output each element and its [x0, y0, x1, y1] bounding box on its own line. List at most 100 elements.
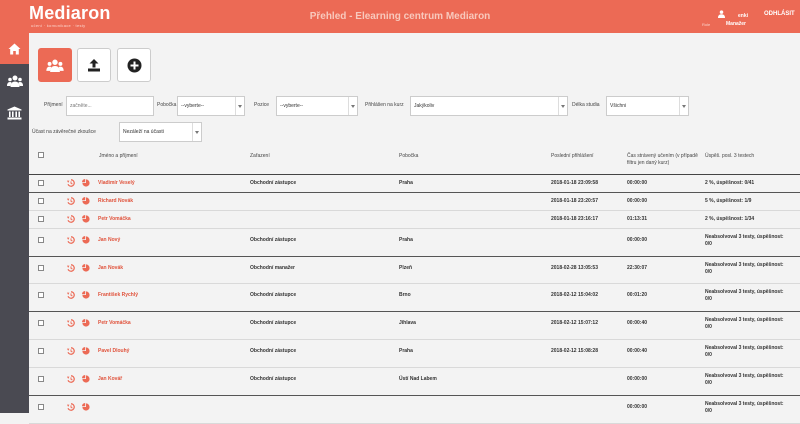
- table-row[interactable]: Jan Novák Obchodní manažer Plzeň 2018-02-28…: [29, 257, 800, 284]
- table-row[interactable]: Petr Vomáčka Obchodní zástupce Jihlava 2018…: [29, 312, 800, 340]
- row-name-link[interactable]: Petr Vomáčka: [98, 216, 131, 223]
- length-select[interactable]: Všichni: [606, 96, 689, 116]
- row-checkbox[interactable]: [38, 348, 44, 354]
- tab-users[interactable]: [38, 48, 72, 82]
- row-name-link[interactable]: Richard Novák: [98, 198, 133, 205]
- select-all-checkbox[interactable]: [38, 152, 44, 158]
- user-name: enki: [738, 13, 749, 19]
- user-role-label: Role: [702, 22, 711, 27]
- surname-input[interactable]: začněte...: [66, 96, 154, 116]
- pie-chart-icon[interactable]: [82, 215, 90, 223]
- row-last-login: 2018-01-18 23:09:58: [551, 180, 598, 186]
- pie-chart-icon[interactable]: [82, 291, 90, 299]
- row-time: 00:00:00: [627, 404, 648, 410]
- row-checkbox[interactable]: [38, 216, 44, 222]
- pie-chart-icon[interactable]: [82, 347, 90, 355]
- course-select[interactable]: Jakýkoliv: [410, 96, 568, 116]
- history-icon[interactable]: [67, 319, 75, 327]
- table-row[interactable]: Pavel Dlouhý Obchodní zástupce Praha 2018-0…: [29, 340, 800, 368]
- row-checkbox[interactable]: [38, 292, 44, 298]
- course-select-value: Jakýkoliv: [414, 103, 435, 109]
- logout-button[interactable]: ODHLÁSIT: [764, 11, 795, 17]
- branch-select[interactable]: --vyberte--: [177, 96, 245, 116]
- history-icon[interactable]: [67, 403, 75, 411]
- pie-chart-icon[interactable]: [82, 403, 90, 411]
- tab-upload[interactable]: [77, 48, 111, 82]
- history-icon[interactable]: [67, 236, 75, 244]
- pie-chart-icon[interactable]: [82, 179, 90, 187]
- row-name-link[interactable]: Vladimír Veselý: [98, 180, 135, 187]
- sidebar-item-home[interactable]: [0, 33, 29, 64]
- row-success: 2 %, úspěšnost: 0/41: [705, 180, 755, 186]
- row-success: Neabsolvoval 3 testy, úspěšnost: 0/0: [705, 345, 784, 358]
- final-test-select[interactable]: Nezáleží na účasti: [119, 122, 202, 142]
- position-select[interactable]: --vyberte--: [276, 96, 358, 116]
- history-icon[interactable]: [67, 179, 75, 187]
- row-checkbox[interactable]: [38, 237, 44, 243]
- row-time: 00:00:40: [627, 320, 648, 326]
- sidebar-item-institution[interactable]: [0, 97, 29, 128]
- row-branch: Brno: [399, 292, 411, 298]
- table-row[interactable]: Jan Nový Obchodní zástupce Praha 00:00:00 Ne…: [29, 229, 800, 257]
- col-success[interactable]: Úspěš. posl. 3 testech: [705, 153, 791, 160]
- course-label: Přihlášen na kurz: [365, 102, 404, 108]
- table-row[interactable]: František Rychlý Obchodní zástupce Brno 201…: [29, 284, 800, 312]
- chevron-down-icon: [558, 97, 567, 115]
- user-block[interactable]: enki Role Manažer: [700, 8, 760, 30]
- logo-tagline: učení · komunikace · testy: [31, 23, 86, 28]
- sidebar: [0, 33, 29, 413]
- row-checkbox[interactable]: [38, 198, 44, 204]
- row-time: 22:30:07: [627, 265, 648, 271]
- row-name-link[interactable]: František Rychlý: [98, 292, 138, 299]
- table-row[interactable]: 00:00:00 Neabsolvoval 3 testy, úspěšnost:…: [29, 396, 800, 424]
- row-branch: Praha: [399, 237, 413, 243]
- row-checkbox[interactable]: [38, 376, 44, 382]
- pie-chart-icon[interactable]: [82, 319, 90, 327]
- length-label: Délka studia: [572, 102, 600, 108]
- pie-chart-icon[interactable]: [82, 264, 90, 272]
- col-branch[interactable]: Pobočka: [399, 153, 418, 160]
- row-time: 00:00:00: [627, 180, 648, 186]
- table-row[interactable]: Jan Kovář Obchodní zástupce Ústí Nad Labem…: [29, 368, 800, 396]
- row-name-link[interactable]: Pavel Dlouhý: [98, 348, 129, 355]
- table-row[interactable]: Vladimír Veselý Obchodní zástupce Praha 201…: [29, 175, 800, 193]
- row-last-login: 2018-02-12 15:08:28: [551, 348, 598, 354]
- row-position: Obchodní zástupce: [250, 376, 297, 382]
- history-icon[interactable]: [67, 347, 75, 355]
- history-icon[interactable]: [67, 215, 75, 223]
- history-icon[interactable]: [67, 291, 75, 299]
- col-position[interactable]: Zařazení: [250, 153, 270, 160]
- final-test-select-value: Nezáleží na účasti: [123, 129, 164, 135]
- history-icon[interactable]: [67, 264, 75, 272]
- sidebar-item-users[interactable]: [0, 65, 29, 96]
- row-checkbox[interactable]: [38, 404, 44, 410]
- table-row[interactable]: Richard Novák 2018-01-18 23:20:57 00:00:00…: [29, 193, 800, 211]
- row-checkbox[interactable]: [38, 265, 44, 271]
- pie-chart-icon[interactable]: [82, 375, 90, 383]
- col-name[interactable]: Jméno a příjmení: [99, 153, 138, 160]
- col-last-login[interactable]: Poslední přihlášení: [551, 153, 594, 160]
- row-success: Neabsolvoval 3 testy, úspěšnost: 0/0: [705, 289, 784, 302]
- row-name-link[interactable]: Jan Novák: [98, 265, 123, 272]
- row-last-login: 2018-01-18 23:16:17: [551, 216, 598, 222]
- history-icon[interactable]: [67, 375, 75, 383]
- row-success: Neabsolvoval 3 testy, úspěšnost: 0/0: [705, 262, 784, 275]
- pie-chart-icon[interactable]: [82, 236, 90, 244]
- row-branch: Praha: [399, 348, 413, 354]
- history-icon[interactable]: [67, 197, 75, 205]
- position-select-value: --vyberte--: [280, 103, 304, 109]
- pie-chart-icon[interactable]: [82, 197, 90, 205]
- final-test-label: Účast na závěrečné zkoušce: [32, 129, 96, 135]
- row-name-link[interactable]: Jan Kovář: [98, 376, 122, 383]
- users-icon: [46, 59, 64, 72]
- col-time[interactable]: Čas strávený učením (v případě filtru je…: [627, 153, 699, 167]
- row-name-link[interactable]: Petr Vomáčka: [98, 320, 131, 327]
- row-checkbox[interactable]: [38, 180, 44, 186]
- row-name-link[interactable]: Jan Nový: [98, 237, 120, 244]
- row-position: Obchodní zástupce: [250, 292, 297, 298]
- home-icon: [8, 43, 21, 54]
- tab-add[interactable]: [117, 48, 151, 82]
- table-row[interactable]: Petr Vomáčka 2018-01-18 23:16:17 01:13:31 2…: [29, 211, 800, 229]
- row-checkbox[interactable]: [38, 320, 44, 326]
- row-last-login: 2018-02-28 13:05:53: [551, 265, 598, 271]
